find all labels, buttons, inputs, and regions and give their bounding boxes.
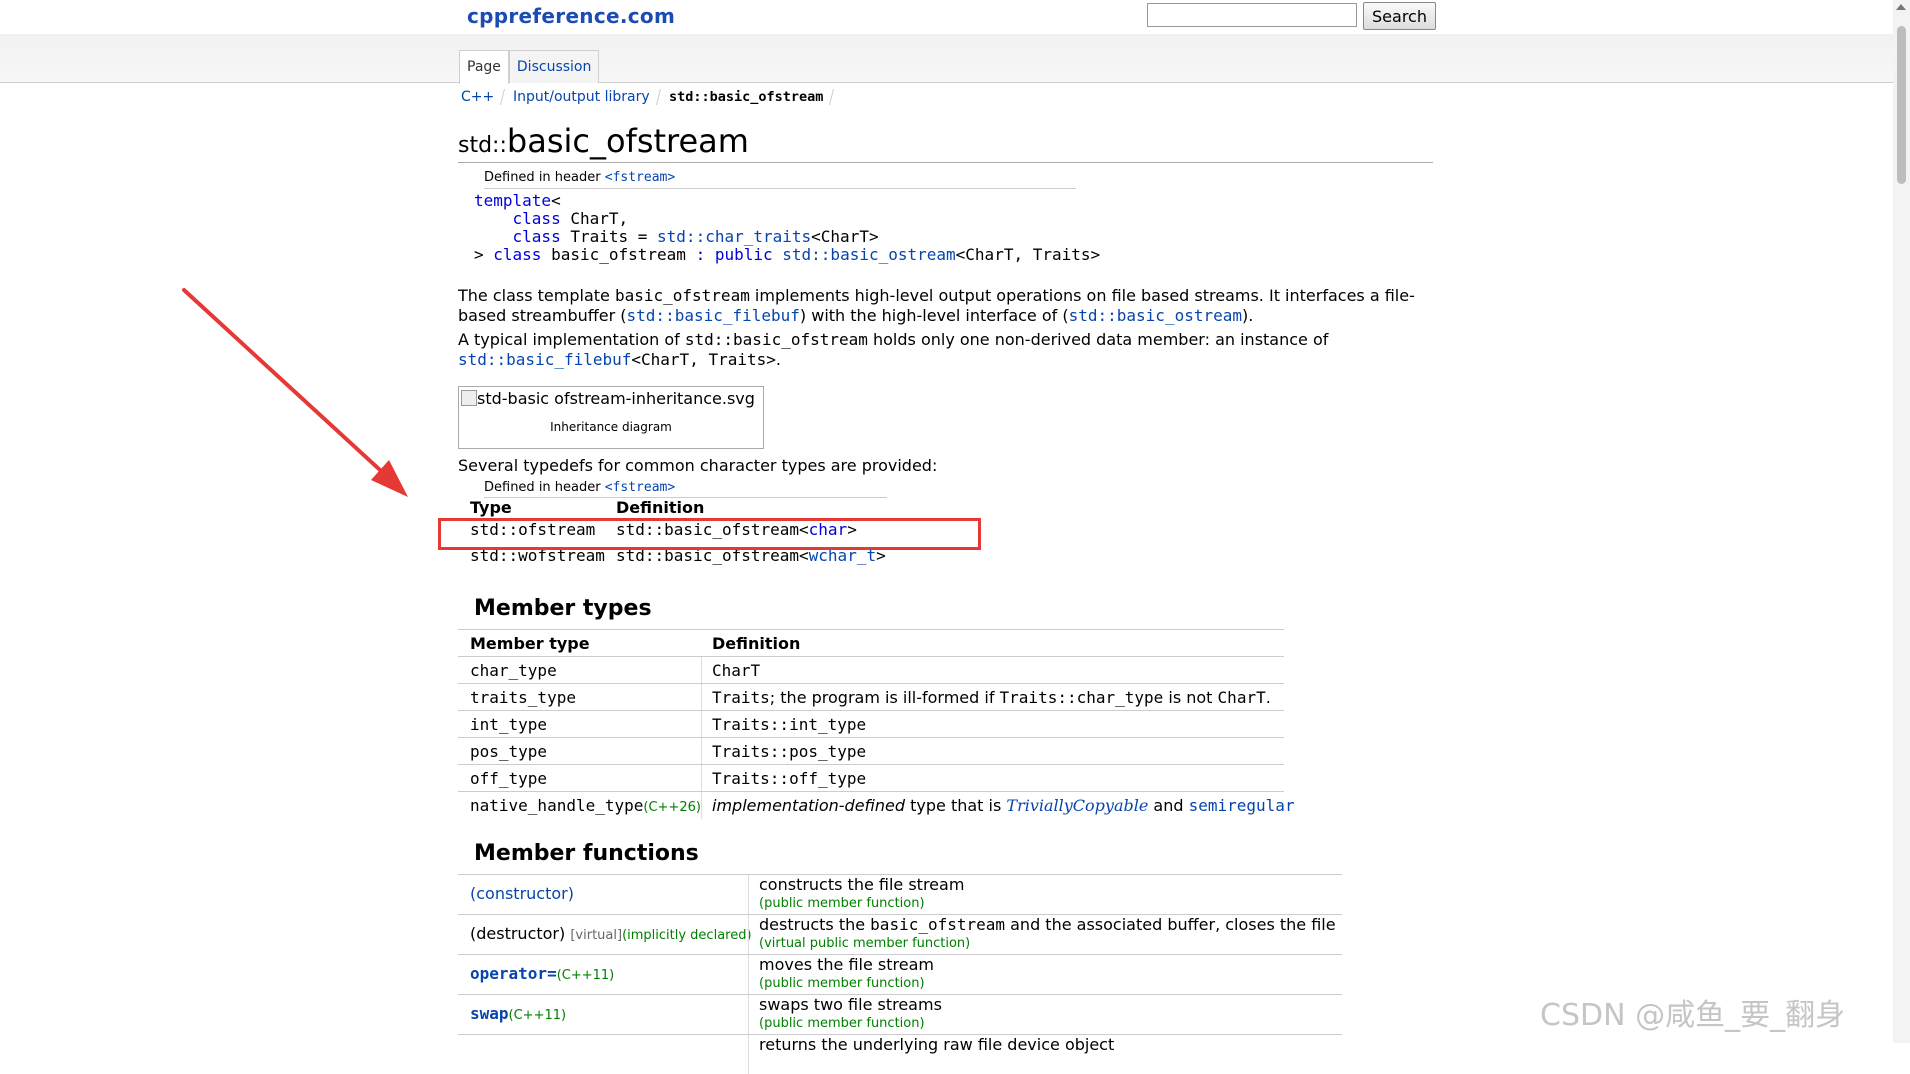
watermark: CSDN @咸鱼_要_翻身 [1540, 998, 1846, 1033]
scroll-up-icon[interactable] [1896, 4, 1906, 10]
vertical-scrollbar[interactable] [1893, 0, 1910, 1043]
annotation-arrow-icon [182, 288, 408, 497]
scrollbar-thumb[interactable] [1897, 26, 1906, 184]
